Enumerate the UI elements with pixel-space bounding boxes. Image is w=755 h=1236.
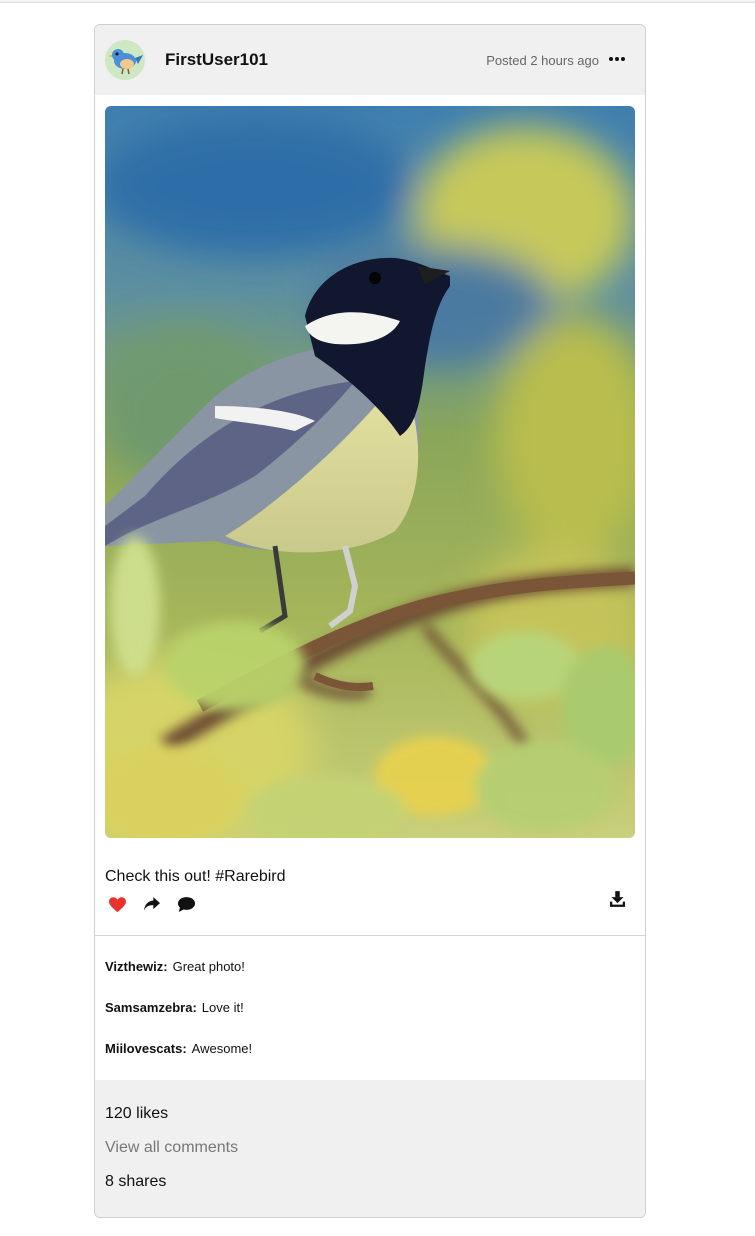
- comment-text: Great photo!: [172, 959, 245, 974]
- page-top-border: [0, 0, 755, 3]
- share-button[interactable]: [144, 897, 160, 917]
- post-header: FirstUser101 Posted 2 hours ago: [95, 25, 645, 95]
- comment-item: Vizthewiz: Great photo!: [105, 959, 252, 1000]
- divider: [95, 935, 645, 936]
- bird-photo: [105, 106, 635, 838]
- avatar[interactable]: [105, 40, 145, 80]
- username[interactable]: FirstUser101: [165, 50, 268, 70]
- post-photo[interactable]: [105, 106, 635, 838]
- post-caption: Check this out! #Rarebird: [105, 868, 286, 885]
- comment-author[interactable]: Miilovescats:: [105, 1041, 187, 1056]
- comment-item: Miilovescats: Awesome!: [105, 1041, 252, 1082]
- posted-time: Posted 2 hours ago: [486, 52, 599, 68]
- comment-icon: [178, 897, 195, 912]
- bird-avatar-icon: [105, 40, 145, 80]
- comment-item: Samsamzebra: Love it!: [105, 1000, 252, 1041]
- comment-text: Love it!: [201, 1000, 244, 1015]
- post-footer: 120 likes View all comments 8 shares: [95, 1080, 645, 1217]
- comment-text: Awesome!: [191, 1041, 253, 1056]
- comment-author[interactable]: Vizthewiz:: [105, 959, 168, 974]
- like-button[interactable]: [109, 897, 126, 918]
- post-actions: [105, 891, 635, 919]
- comment-author[interactable]: Samsamzebra:: [105, 1000, 197, 1015]
- share-icon: [144, 897, 160, 911]
- download-button[interactable]: [610, 891, 625, 912]
- view-all-comments-link[interactable]: View all comments: [105, 1139, 635, 1173]
- post-card: FirstUser101 Posted 2 hours ago Check th…: [94, 24, 646, 1218]
- heart-icon: [109, 897, 126, 913]
- shares-count: 8 shares: [105, 1173, 167, 1190]
- likes-count: 120 likes: [105, 1105, 169, 1122]
- more-options-icon[interactable]: [609, 57, 625, 63]
- comment-button[interactable]: [178, 897, 195, 917]
- download-icon: [610, 891, 625, 907]
- comments-list: Vizthewiz: Great photo! Samsamzebra: Love …: [105, 959, 252, 1082]
- post-meta: Posted 2 hours ago: [486, 53, 625, 68]
